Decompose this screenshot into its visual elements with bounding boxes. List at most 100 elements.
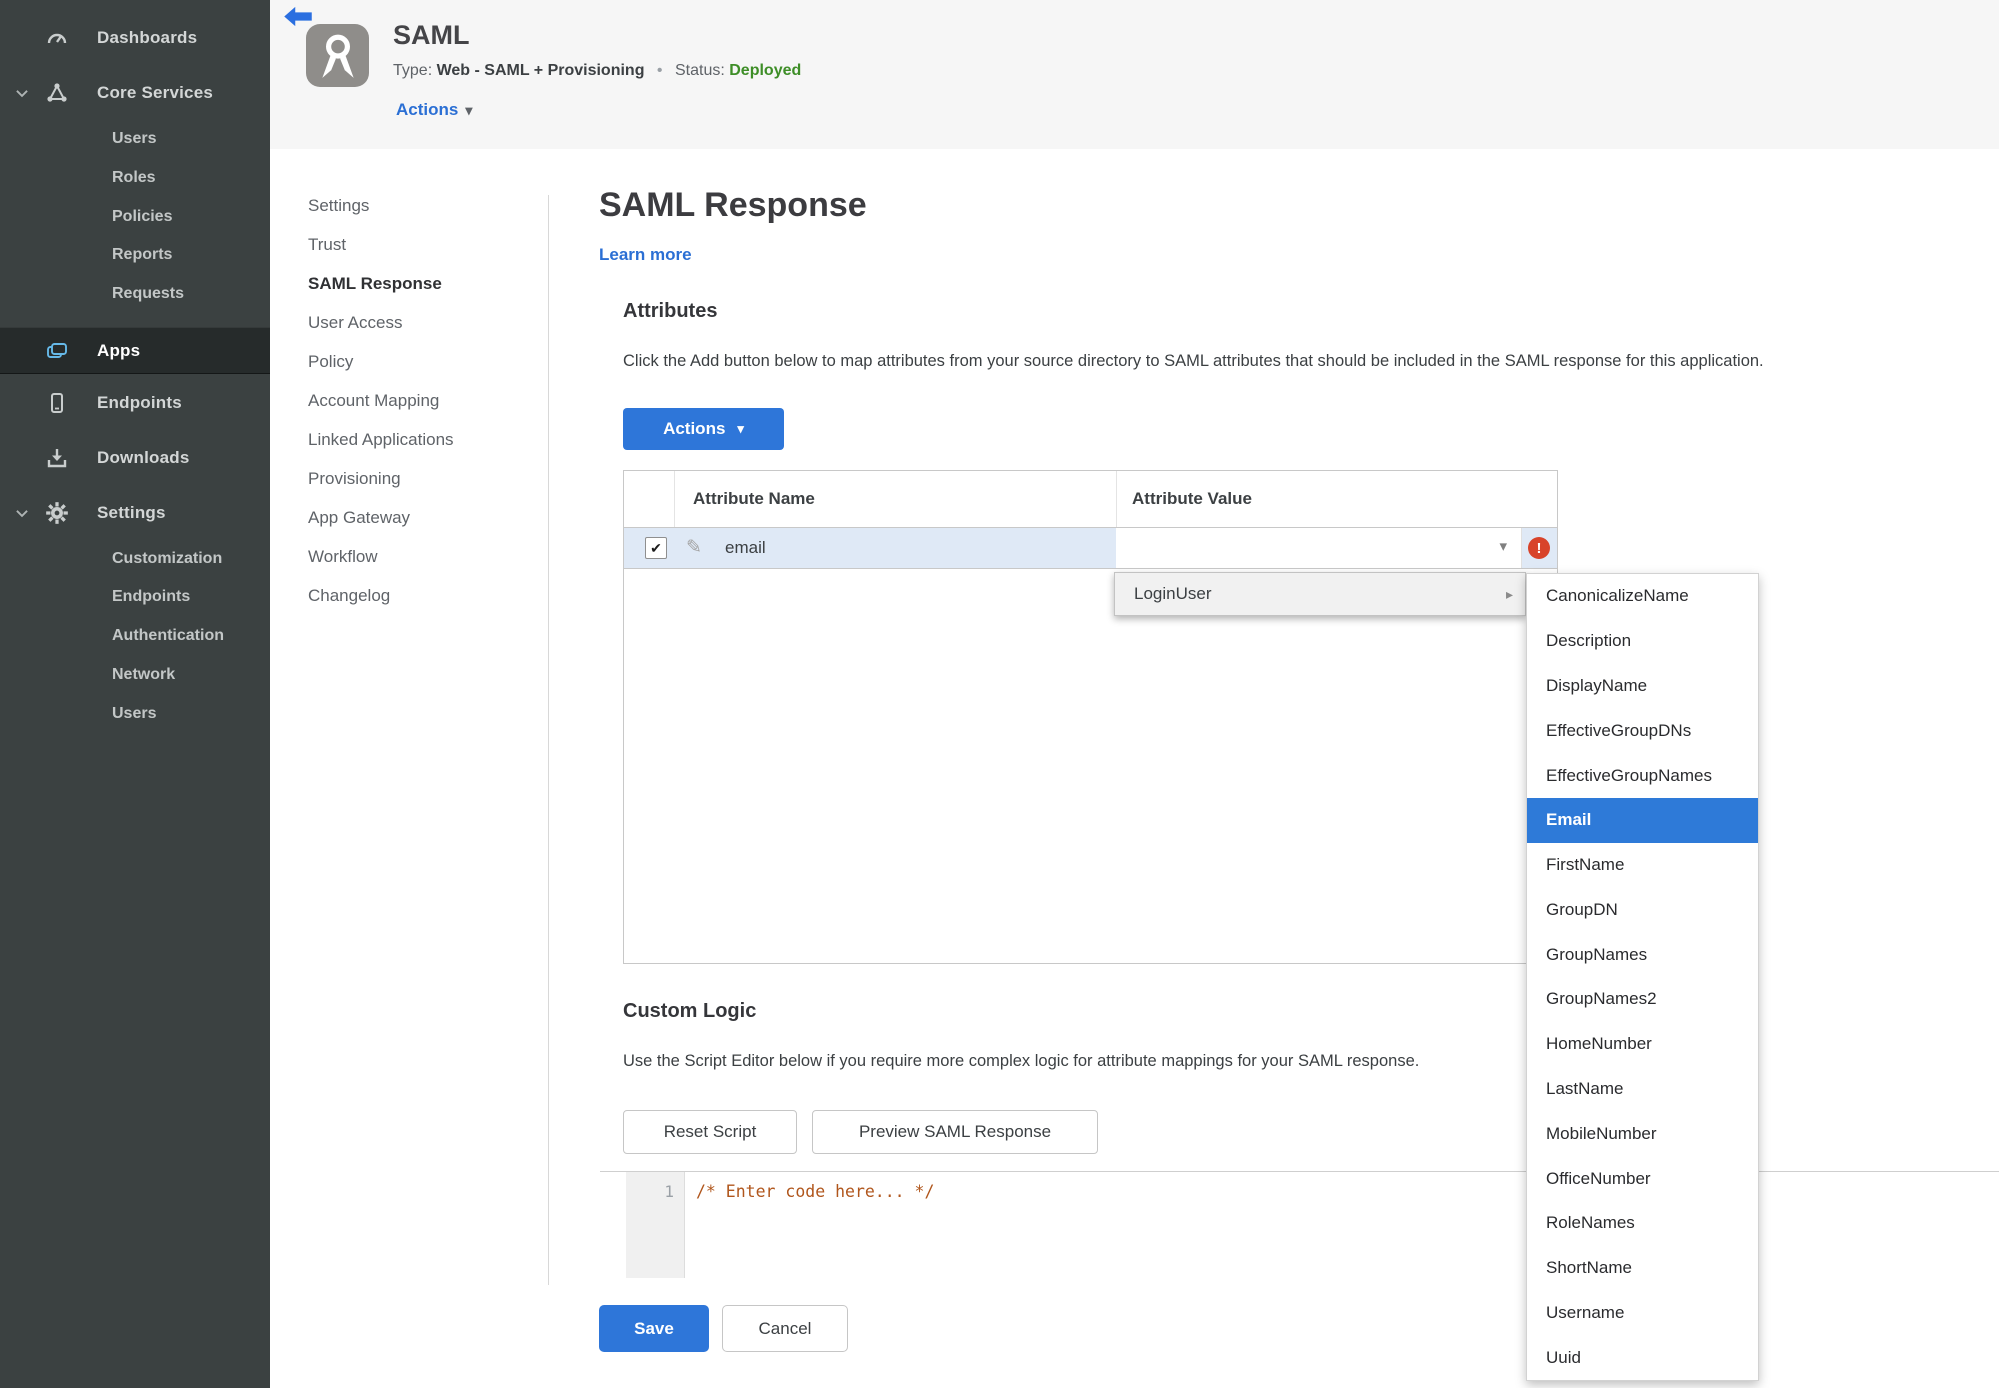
table-row[interactable]: ✔ ✎ email ▾ ! (624, 527, 1557, 569)
gauge-icon (42, 25, 72, 51)
script-editor-gutter: 1 (626, 1172, 685, 1278)
value-menu-trigger-loginuser[interactable]: LoginUser ▸ (1114, 572, 1526, 616)
loginuser-label: LoginUser (1134, 584, 1212, 603)
sidebar-item-reports[interactable]: Reports (0, 236, 270, 274)
sidebar: Dashboards Core Services Users Roles Pol… (0, 0, 270, 1388)
sidebar-item-label: Dashboards (97, 28, 198, 47)
table-header: Attribute Name Attribute Value (624, 471, 1557, 527)
tab-policy[interactable]: Policy (308, 342, 528, 381)
sidebar-item-authentication[interactable]: Authentication (0, 617, 270, 655)
sidebar-item-label: Users (112, 130, 157, 147)
tab-user-access[interactable]: User Access (308, 303, 528, 342)
tab-changelog[interactable]: Changelog (308, 576, 528, 615)
back-arrow-icon[interactable] (283, 6, 313, 28)
sidebar-item-downloads[interactable]: Downloads (0, 439, 270, 477)
menu-item[interactable]: HomeNumber (1527, 1022, 1758, 1067)
cancel-button[interactable]: Cancel (722, 1305, 848, 1352)
sidebar-item-users-settings[interactable]: Users (0, 695, 270, 733)
sidebar-item-settings[interactable]: Settings (0, 494, 270, 532)
apps-icon (42, 338, 72, 364)
menu-item-selected[interactable]: Email (1527, 797, 1758, 843)
tab-settings[interactable]: Settings (308, 186, 528, 225)
sidebar-item-label: Customization (112, 550, 223, 567)
menu-item[interactable]: CanonicalizeName (1527, 574, 1758, 619)
row-checkbox[interactable]: ✔ (645, 537, 667, 559)
app-subnav: Settings Trust SAML Response User Access… (308, 186, 528, 615)
tab-account-mapping[interactable]: Account Mapping (308, 381, 528, 420)
check-icon: ✔ (650, 539, 662, 556)
column-header-attribute-name: Attribute Name (693, 489, 815, 508)
sidebar-item-dashboards[interactable]: Dashboards (0, 19, 270, 57)
sidebar-item-label: Roles (112, 169, 156, 186)
type-value: Web - SAML + Provisioning (436, 62, 645, 79)
sidebar-item-users[interactable]: Users (0, 120, 270, 158)
tab-provisioning[interactable]: Provisioning (308, 459, 528, 498)
attributes-title: Attributes (623, 300, 718, 322)
tab-app-gateway[interactable]: App Gateway (308, 498, 528, 537)
error-icon: ! (1528, 537, 1550, 559)
status-badge: Deployed (729, 62, 802, 79)
menu-item[interactable]: MobileNumber (1527, 1111, 1758, 1156)
type-label: Type: (393, 62, 433, 79)
sidebar-item-requests[interactable]: Requests (0, 275, 270, 313)
sidebar-item-label: Authentication (112, 627, 224, 644)
sidebar-item-label: Endpoints (112, 588, 191, 605)
sidebar-item-core-services[interactable]: Core Services (0, 74, 270, 112)
menu-item[interactable]: LastName (1527, 1067, 1758, 1112)
sidebar-item-label: Downloads (97, 448, 190, 467)
dropdown-caret-icon: ▾ (1499, 538, 1507, 555)
menu-item[interactable]: EffectiveGroupNames (1527, 753, 1758, 798)
menu-item[interactable]: GroupNames (1527, 932, 1758, 977)
sidebar-item-endpoints-settings[interactable]: Endpoints (0, 578, 270, 616)
subnav-divider (548, 195, 549, 1285)
save-button[interactable]: Save (599, 1305, 709, 1352)
menu-item[interactable]: OfficeNumber (1527, 1156, 1758, 1201)
sidebar-item-customization[interactable]: Customization (0, 540, 270, 578)
tab-trust[interactable]: Trust (308, 225, 528, 264)
menu-item[interactable]: GroupDN (1527, 887, 1758, 932)
caret-down-icon: ▾ (465, 102, 473, 118)
menu-item[interactable]: ShortName (1527, 1246, 1758, 1291)
sidebar-item-endpoints[interactable]: Endpoints (0, 384, 270, 422)
sidebar-item-label: Requests (112, 285, 185, 302)
menu-item[interactable]: DisplayName (1527, 664, 1758, 709)
actions-button-label: Actions (663, 419, 726, 438)
menu-item[interactable]: GroupNames2 (1527, 977, 1758, 1022)
app-meta: Type: Web - SAML + Provisioning • Status… (393, 62, 801, 80)
sidebar-item-label: Endpoints (97, 393, 182, 412)
sidebar-item-network[interactable]: Network (0, 656, 270, 694)
menu-item[interactable]: FirstName (1527, 843, 1758, 888)
attributes-table: Attribute Name Attribute Value ✔ ✎ email… (623, 470, 1558, 964)
status-label: Status: (674, 62, 725, 79)
chevron-down-icon (10, 81, 34, 105)
tab-workflow[interactable]: Workflow (308, 537, 528, 576)
header-actions-menu[interactable]: Actions ▾ (396, 100, 472, 120)
attribute-name-cell[interactable]: email (725, 528, 766, 568)
attribute-value-dropdown[interactable]: ▾ (1116, 528, 1522, 568)
column-divider (1116, 471, 1117, 527)
attributes-description: Click the Add button below to map attrib… (623, 352, 1764, 370)
reset-script-button[interactable]: Reset Script (623, 1110, 797, 1154)
phone-icon (42, 390, 72, 416)
preview-saml-response-button[interactable]: Preview SAML Response (812, 1110, 1098, 1154)
header-actions-label: Actions (396, 100, 459, 119)
menu-item[interactable]: Description (1527, 619, 1758, 664)
column-header-attribute-value: Attribute Value (1132, 489, 1252, 508)
saml-app-icon (306, 24, 369, 87)
custom-logic-title: Custom Logic (623, 1000, 757, 1022)
menu-item[interactable]: Username (1527, 1291, 1758, 1336)
sidebar-item-policies[interactable]: Policies (0, 198, 270, 236)
menu-item[interactable]: EffectiveGroupDNs (1527, 708, 1758, 753)
tab-linked-applications[interactable]: Linked Applications (308, 420, 528, 459)
sidebar-item-apps[interactable]: Apps (0, 327, 270, 374)
learn-more-link[interactable]: Learn more (599, 245, 692, 265)
section-heading: SAML Response (599, 186, 867, 224)
menu-item[interactable]: Uuid (1527, 1335, 1758, 1380)
edit-pencil-icon[interactable]: ✎ (686, 536, 702, 559)
tab-saml-response[interactable]: SAML Response (308, 264, 528, 303)
menu-item[interactable]: RoleNames (1527, 1201, 1758, 1246)
script-editor-code[interactable]: /* Enter code here... */ (696, 1182, 934, 1201)
sidebar-item-label: Apps (97, 340, 141, 360)
attributes-actions-button[interactable]: Actions ▾ (623, 408, 784, 450)
sidebar-item-roles[interactable]: Roles (0, 159, 270, 197)
